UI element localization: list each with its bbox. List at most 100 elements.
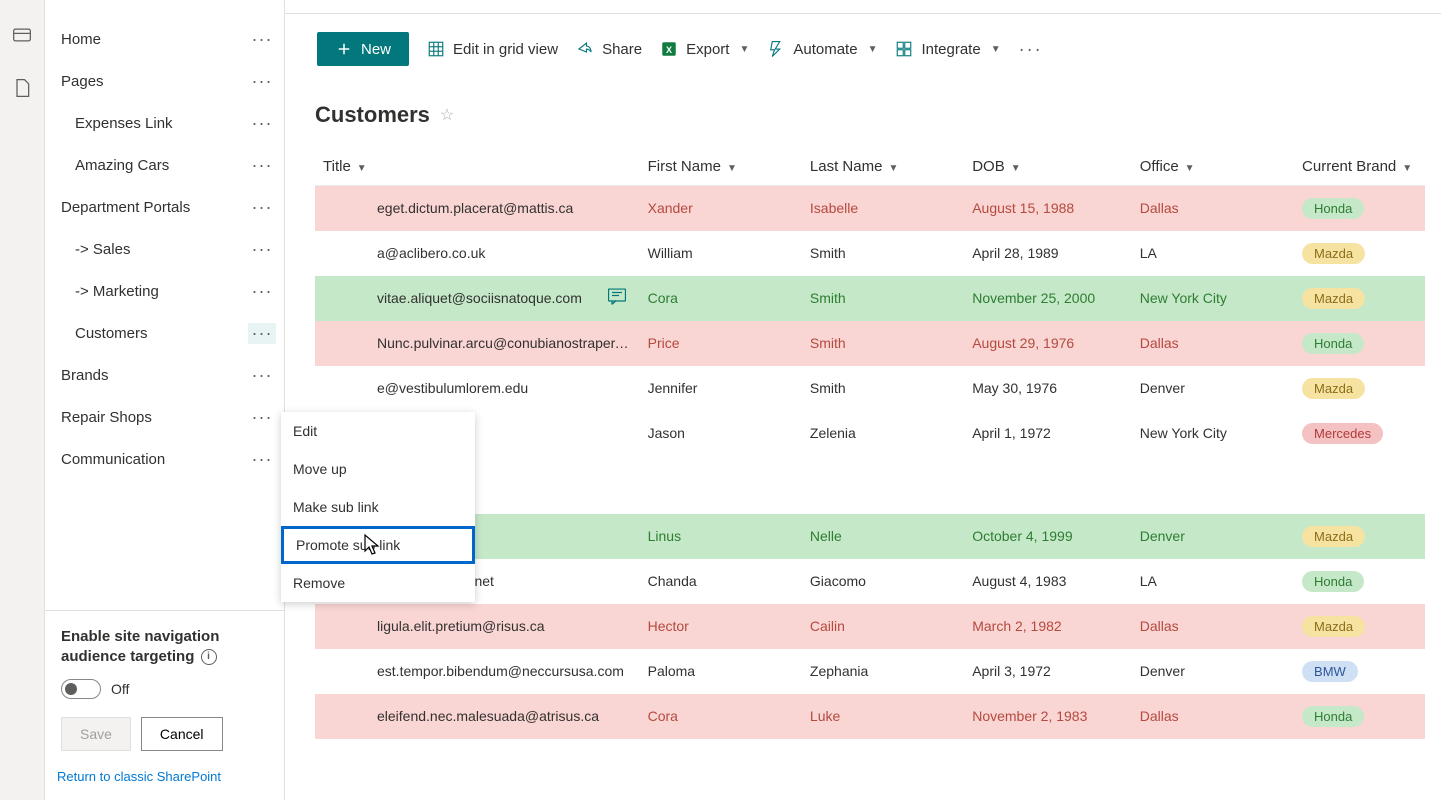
- cell-title: vitae.aliquet@sociisnatoque.com: [315, 276, 640, 321]
- nav-item-label: Brands: [61, 367, 109, 384]
- table-row[interactable]: @in.eduLinusNelleOctober 4, 1999DenverMa…: [315, 514, 1425, 559]
- column-header-dob[interactable]: DOB▼: [964, 148, 1132, 186]
- nav-item-ellipsis[interactable]: ···: [248, 113, 276, 134]
- command-bar: New Edit in grid view Share X Export ▼ A…: [285, 14, 1441, 84]
- nav-item-expenses-link[interactable]: Expenses Link ···: [45, 102, 284, 144]
- nav-item-pages[interactable]: Pages ···: [45, 60, 284, 102]
- cell-brand: Honda: [1294, 559, 1425, 604]
- table-row[interactable]: ligula.elit.pretium@risus.caHectorCailin…: [315, 604, 1425, 649]
- cell-title: e@vestibulumlorem.edu: [315, 366, 640, 411]
- cell-office: Denver: [1132, 366, 1294, 411]
- column-header-last-name[interactable]: Last Name▼: [802, 148, 964, 186]
- nav-item-ellipsis[interactable]: ···: [248, 281, 276, 302]
- nav-item-label: Department Portals: [61, 199, 190, 216]
- table-row[interactable]: vitae.aliquet@sociisnatoque.comCoraSmith…: [315, 276, 1425, 321]
- nav-item-brands[interactable]: Brands ···: [45, 354, 284, 396]
- list-title: Customers: [315, 102, 430, 128]
- table-row[interactable]: Nunc.pulvinar.arcu@conubianostraper.eduP…: [315, 321, 1425, 366]
- table-row[interactable]: a@aclibero.co.ukWilliamSmithApril 28, 19…: [315, 231, 1425, 276]
- table-row[interactable]: eleifend.nec.malesuada@atrisus.caCoraLuk…: [315, 694, 1425, 739]
- cell-office: Denver: [1132, 514, 1294, 559]
- context-make-sub-link[interactable]: Make sub link: [281, 488, 475, 526]
- cell-brand: Honda: [1294, 321, 1425, 366]
- table-row[interactable]: eget.dictum.placerat@mattis.caXanderIsab…: [315, 186, 1425, 231]
- table-row[interactable]: e@vestibulumlorem.eduJenniferSmithMay 30…: [315, 366, 1425, 411]
- cell-brand: Mazda: [1294, 514, 1425, 559]
- chevron-down-icon: ▼: [888, 163, 898, 174]
- nav-item-home[interactable]: Home···: [45, 18, 284, 60]
- cell-fn: Cora: [640, 276, 802, 321]
- chevron-down-icon: ▼: [739, 44, 749, 55]
- brand-badge: BMW: [1302, 661, 1358, 682]
- cell-fn: Paloma: [640, 649, 802, 694]
- cell-fn: Price: [640, 321, 802, 366]
- table-row[interactable]: est.tempor.bibendum@neccursusa.comPaloma…: [315, 649, 1425, 694]
- column-header-title[interactable]: Title▼: [315, 148, 640, 186]
- more-commands-button[interactable]: ···: [1019, 39, 1043, 60]
- brand-badge: Honda: [1302, 571, 1364, 592]
- new-button[interactable]: New: [317, 32, 409, 66]
- nav-item-ellipsis[interactable]: ···: [248, 29, 276, 50]
- nav-item-ellipsis[interactable]: ···: [248, 323, 276, 344]
- context-edit[interactable]: Edit: [281, 412, 475, 450]
- cell-title: a@aclibero.co.uk: [315, 231, 640, 276]
- export-button[interactable]: X Export ▼: [660, 40, 749, 58]
- cell-brand: Mercedes: [1294, 411, 1425, 456]
- nav-item-ellipsis[interactable]: ···: [248, 155, 276, 176]
- cell-brand: Mazda: [1294, 604, 1425, 649]
- nav-item-ellipsis[interactable]: ···: [248, 71, 276, 92]
- share-button[interactable]: Share: [576, 40, 642, 58]
- nav-item-ellipsis[interactable]: ···: [248, 407, 276, 428]
- audience-targeting-label: Enable site navigation audience targetin…: [61, 627, 268, 668]
- cell-fn: Hector: [640, 604, 802, 649]
- nav-item-ellipsis[interactable]: ···: [248, 449, 276, 470]
- cell-dob: May 30, 1976: [964, 366, 1132, 411]
- info-icon[interactable]: i: [201, 649, 217, 665]
- nav-item-repair-shops[interactable]: Repair Shops···: [45, 396, 284, 438]
- cell-title: ligula.elit.pretium@risus.ca: [315, 604, 640, 649]
- table-row[interactable]: on.comJasonZeleniaApril 1, 1972New York …: [315, 411, 1425, 456]
- cancel-button[interactable]: Cancel: [141, 717, 223, 751]
- chevron-down-icon: ▼: [1011, 163, 1021, 174]
- nav-item-customers[interactable]: Customers···: [45, 312, 284, 354]
- nav-item-ellipsis[interactable]: ···: [248, 197, 276, 218]
- comment-icon[interactable]: [608, 289, 626, 308]
- integrate-button[interactable]: Integrate ▼: [895, 40, 1000, 58]
- automate-button[interactable]: Automate ▼: [767, 40, 877, 58]
- return-classic-link[interactable]: Return to classic SharePoint: [45, 751, 284, 790]
- nav-item-label: Pages: [61, 73, 104, 90]
- cell-title: Nunc.pulvinar.arcu@conubianostraper.edu: [315, 321, 640, 366]
- chevron-down-icon: ▼: [991, 44, 1001, 55]
- nav-item-ellipsis[interactable]: ···: [248, 239, 276, 260]
- nav-item-label: -> Marketing: [75, 283, 159, 300]
- table-row[interactable]: Nullam@Etiam.netChandaGiacomoAugust 4, 1…: [315, 559, 1425, 604]
- context-move-up[interactable]: Move up: [281, 450, 475, 488]
- nav-item-ellipsis[interactable]: ···: [248, 365, 276, 386]
- customers-table: Title▼First Name▼Last Name▼DOB▼Office▼Cu…: [315, 148, 1425, 739]
- nav-item--marketing[interactable]: -> Marketing ···: [45, 270, 284, 312]
- svg-text:X: X: [666, 45, 672, 55]
- cell-brand: Mazda: [1294, 366, 1425, 411]
- audience-toggle[interactable]: [61, 679, 101, 699]
- save-button[interactable]: Save: [61, 717, 131, 751]
- favorite-star-icon[interactable]: ☆: [440, 105, 454, 125]
- app-left-rail: [0, 0, 45, 800]
- cell-fn: Linus: [640, 514, 802, 559]
- nav-item-label: Expenses Link: [75, 115, 173, 132]
- cell-ln: Smith: [802, 366, 964, 411]
- card-icon[interactable]: [12, 25, 32, 48]
- nav-item-department-portals[interactable]: Department Portals ···: [45, 186, 284, 228]
- nav-item-label: Amazing Cars: [75, 157, 169, 174]
- column-header-first-name[interactable]: First Name▼: [640, 148, 802, 186]
- file-icon[interactable]: [12, 78, 32, 101]
- nav-item--sales[interactable]: -> Sales ···: [45, 228, 284, 270]
- context-remove[interactable]: Remove: [281, 564, 475, 602]
- nav-item-label: -> Sales: [75, 241, 130, 258]
- edit-grid-button[interactable]: Edit in grid view: [427, 40, 558, 58]
- column-header-current-brand[interactable]: Current Brand▼: [1294, 148, 1425, 186]
- cell-fn: William: [640, 231, 802, 276]
- nav-item-communication[interactable]: Communication···: [45, 438, 284, 480]
- nav-item-amazing-cars[interactable]: Amazing Cars ···: [45, 144, 284, 186]
- cell-ln: Smith: [802, 321, 964, 366]
- column-header-office[interactable]: Office▼: [1132, 148, 1294, 186]
